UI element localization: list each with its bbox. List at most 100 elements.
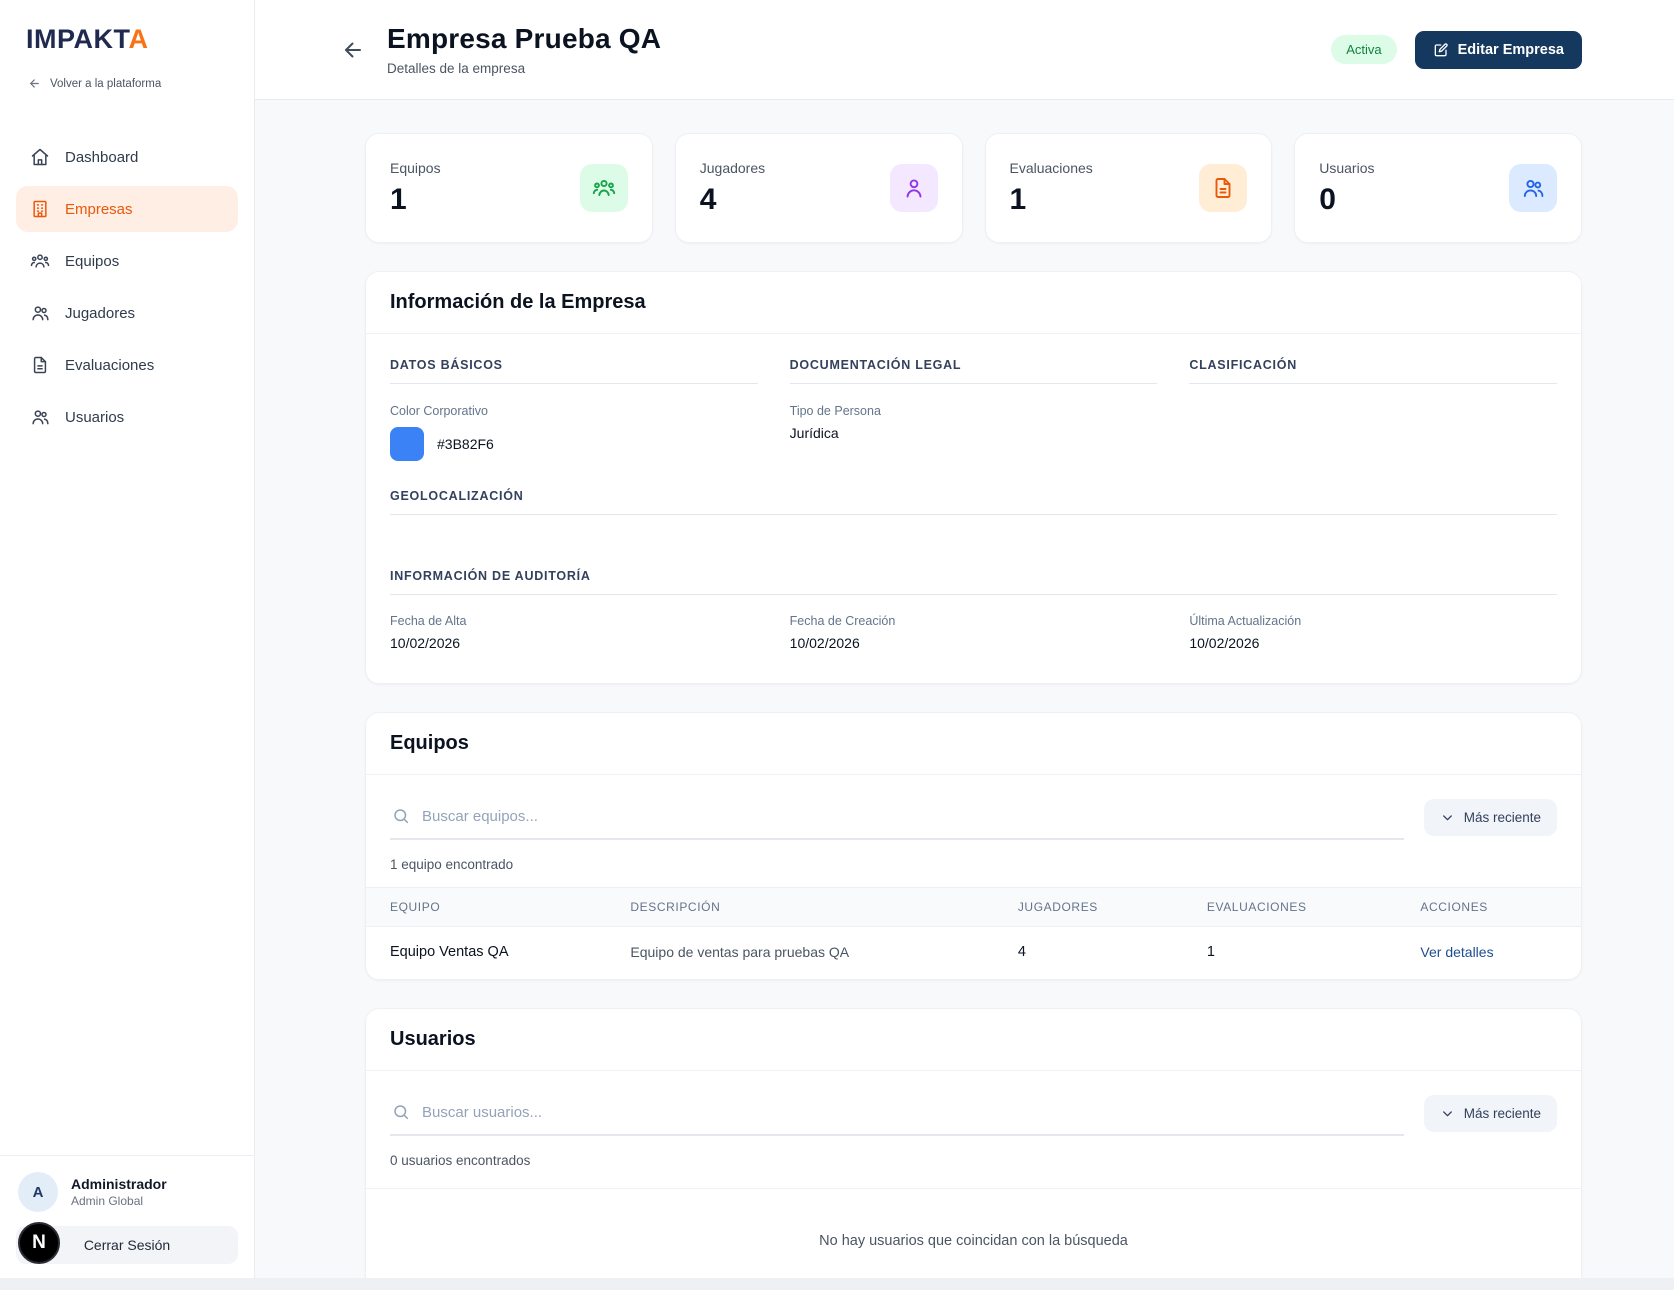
avatar: A [18,1172,58,1212]
user-role: Admin Global [71,1194,144,1208]
page-title: Empresa Prueba QA [387,23,662,54]
equipos-search-input[interactable] [422,807,1402,825]
search-icon [392,1103,410,1121]
usuarios-search-box [390,1095,1404,1136]
usuarios-title: Usuarios [390,1028,476,1050]
cell-equipo: Equipo Ventas QA [390,944,509,960]
building-icon [30,199,50,219]
company-info-title: Información de la Empresa [390,291,646,313]
color-hex-value: #3B82F6 [437,436,494,452]
cell-evaluaciones: 1 [1206,944,1215,960]
ver-detalles-link[interactable]: Ver detalles [1420,944,1557,960]
audit-field-label: Fecha de Creación [789,614,896,628]
equipos-table: EQUIPO DESCRIPCIÓN JUGADORES EVALUACIONE… [366,887,1581,979]
section-heading: DOCUMENTACIÓN LEGAL [789,358,1158,384]
status-badge: Activa [1331,35,1397,64]
stat-value: 1 [1009,182,1027,216]
app-logo: IMPAKTA [16,24,238,55]
section-heading: DATOS BÁSICOS [390,358,758,384]
sidebar-item-usuarios[interactable]: Usuarios [16,394,238,440]
sidebar-item-label: Jugadores [65,304,136,322]
logo-text-main: IMPAKT [26,24,129,54]
edit-company-button[interactable]: Editar Empresa [1414,30,1582,69]
nextjs-dev-badge[interactable]: N [18,1222,60,1264]
arrow-left-icon [28,77,41,90]
stat-label: Usuarios [1319,159,1375,176]
color-corporativo-label: Color Corporativo [390,404,488,418]
sidebar-item-empresas[interactable]: Empresas [16,186,238,232]
sidebar-item-label: Equipos [65,252,120,270]
stat-card-jugadores: Jugadores 4 [674,133,963,243]
edit-company-label: Editar Empresa [1457,41,1564,58]
audit-field: Fecha de Alta 10/02/2026 [390,614,758,651]
usuarios-sort-button[interactable]: Más reciente [1423,1095,1557,1132]
usuarios-card: Usuarios Más reciente [365,1008,1582,1290]
audit-field-value: 10/02/2026 [789,635,860,651]
stat-label: Evaluaciones [1009,159,1093,176]
stats-row: Equipos 1 Jugadores 4 Evaluaciones 1 Usu… [365,133,1582,243]
main-content: Empresa Prueba QA Detalles de la empresa… [255,0,1674,1290]
section-datos-basicos: DATOS BÁSICOS Color Corporativo #3B82F6 [390,358,758,461]
table-row: Equipo Ventas QA Equipo de ventas para p… [366,927,1581,979]
arrow-left-icon [341,38,365,62]
audit-field-label: Fecha de Alta [390,614,467,628]
section-geolocalizacion: GEOLOCALIZACIÓN [390,489,1557,541]
sidebar-item-dashboard[interactable]: Dashboard [16,134,238,180]
stat-value: 0 [1319,182,1336,216]
audit-field: Fecha de Creación 10/02/2026 [790,614,1158,651]
users-icon [30,407,50,427]
stat-label: Equipos [390,159,441,176]
equipos-sort-label: Más reciente [1463,810,1541,825]
home-icon [30,147,50,167]
equipos-count: 1 equipo encontrado [390,857,514,872]
company-info-card: Información de la Empresa DATOS BÁSICOS … [365,271,1582,684]
page-header: Empresa Prueba QA Detalles de la empresa… [255,0,1674,100]
cell-jugadores: 4 [1017,944,1026,960]
team-icon [579,164,628,212]
chevron-down-icon [1440,810,1455,825]
sidebar-footer: A Administrador Admin Global Cerrar Sesi… [0,1155,254,1264]
current-user: A Administrador Admin Global [16,1172,238,1212]
column-header: EVALUACIONES [1206,900,1307,914]
section-clasificacion: CLASIFICACIÓN [1189,358,1557,461]
stat-card-usuarios: Usuarios 0 [1294,133,1582,243]
stat-label: Jugadores [699,159,766,176]
sidebar-item-label: Dashboard [65,148,139,166]
sidebar-item-jugadores[interactable]: Jugadores [16,290,238,336]
equipos-sort-button[interactable]: Más reciente [1423,799,1557,836]
cell-descripcion: Equipo de ventas para pruebas QA [630,944,850,960]
tipo-persona-label: Tipo de Persona [789,404,881,418]
team-icon [30,251,50,271]
sidebar-item-equipos[interactable]: Equipos [16,238,238,284]
search-icon [392,807,410,825]
tipo-persona-value: Jurídica [789,425,839,441]
users-icon [1509,164,1557,212]
usuarios-count: 0 usuarios encontrados [390,1153,531,1168]
column-header: ACCIONES [1420,900,1488,914]
document-icon [30,355,50,375]
sidebar-nav: Dashboard Empresas Equipos Jugadores Eva… [16,134,238,440]
page-subtitle: Detalles de la empresa [387,61,526,76]
color-swatch [390,427,424,461]
chevron-down-icon [1440,1106,1455,1121]
section-heading: INFORMACIÓN DE AUDITORÍA [390,569,1557,595]
equipos-title: Equipos [390,732,469,754]
back-link-label: Volver a la plataforma [50,77,162,90]
players-icon [30,303,50,323]
stat-value: 4 [699,182,717,216]
back-button[interactable] [337,34,369,66]
equipos-search-box [390,799,1404,840]
audit-field-value: 10/02/2026 [1189,635,1260,651]
back-to-platform-link[interactable]: Volver a la plataforma [28,77,238,90]
edit-pencil-icon [1433,42,1449,58]
sidebar-item-label: Evaluaciones [65,356,155,374]
usuarios-search-input[interactable] [422,1103,1402,1121]
sidebar-item-evaluaciones[interactable]: Evaluaciones [16,342,238,388]
horizontal-scrollbar[interactable] [0,1278,1674,1290]
audit-field-value: 10/02/2026 [390,635,461,651]
stat-card-evaluaciones: Evaluaciones 1 [984,133,1273,243]
column-header: DESCRIPCIÓN [630,900,721,914]
stat-card-equipos: Equipos 1 [365,133,653,243]
logo-text-accent: A [128,24,149,54]
usuarios-empty-message: No hay usuarios que coincidan con la bús… [819,1233,1128,1249]
